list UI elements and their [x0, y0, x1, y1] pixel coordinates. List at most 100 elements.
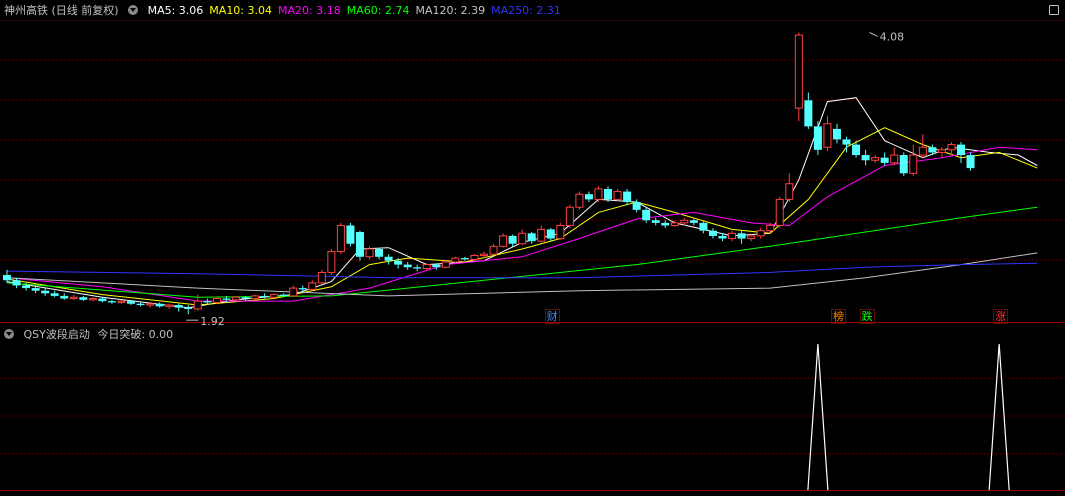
candle-body: [651, 220, 660, 223]
candle-body: [689, 220, 698, 223]
candle-up: [212, 297, 221, 304]
candle-body: [375, 248, 384, 257]
low-label: 1.92: [200, 315, 225, 328]
candle-up: [441, 260, 450, 269]
candle-up: [317, 269, 326, 285]
candle-down: [899, 152, 908, 176]
candle-down: [136, 302, 145, 307]
candle-body: [165, 304, 174, 307]
candle-body: [766, 224, 775, 232]
candle-body: [12, 280, 21, 286]
candle-body: [203, 301, 212, 303]
candle-down: [403, 262, 412, 270]
candle-body: [241, 297, 250, 299]
event-marker[interactable]: 涨: [993, 309, 1009, 324]
candle-down: [298, 285, 307, 292]
candle-down: [708, 228, 717, 239]
candle-down: [508, 234, 517, 247]
candle-body: [918, 146, 927, 156]
ma-legend-item: MA5: 3.06: [147, 4, 204, 17]
candle-up: [489, 243, 498, 256]
candle-body: [594, 188, 603, 200]
candle-down: [546, 228, 555, 242]
candle-down: [842, 136, 851, 153]
candle-down: [880, 152, 889, 166]
ma-legend-item: MA120: 2.39: [415, 4, 486, 17]
chart-canvas: 4.08 1.92: [0, 20, 1065, 491]
event-marker[interactable]: 榜: [830, 309, 846, 324]
candle-body: [804, 100, 813, 127]
candle-body: [728, 232, 737, 240]
candle-up: [251, 294, 260, 300]
candle-body: [41, 290, 50, 294]
candle-body: [527, 233, 536, 242]
candle-body: [308, 282, 317, 290]
event-marker[interactable]: 跌: [859, 309, 875, 324]
candle-down: [832, 123, 841, 144]
candle-up: [165, 303, 174, 309]
candle-body: [289, 287, 298, 297]
candle-body: [852, 144, 861, 156]
maximize-icon[interactable]: [1049, 5, 1059, 15]
candle-body: [432, 264, 441, 268]
candle-down: [355, 230, 364, 261]
candle-up: [336, 222, 345, 255]
indicator-name: QSY波段启动: [23, 328, 90, 341]
candle-body: [88, 298, 97, 301]
candle-body: [575, 193, 584, 208]
candle-body: [60, 295, 69, 299]
candle-down: [861, 149, 870, 166]
candle-down: [804, 92, 813, 129]
indicator-dropdown-icon[interactable]: [4, 329, 14, 339]
candle-down: [651, 217, 660, 226]
candle-body: [966, 155, 975, 169]
candle-down: [957, 142, 965, 163]
candle-body: [193, 300, 202, 310]
candle-body: [107, 301, 116, 303]
candle-body: [422, 264, 431, 270]
event-marker[interactable]: 财: [544, 309, 560, 324]
candle-down: [413, 264, 422, 272]
candle-body: [174, 305, 183, 308]
ma-legend-item: MA10: 3.04: [209, 4, 273, 17]
high-pointer: [869, 31, 878, 37]
candle-body: [394, 260, 403, 265]
candle-body: [298, 288, 307, 290]
candle-body: [441, 261, 450, 268]
candle-up: [499, 233, 508, 248]
signal-spike: [807, 343, 829, 491]
candle-up: [88, 297, 97, 302]
candle-down: [375, 247, 384, 260]
candle-body: [546, 229, 555, 239]
candle-up: [518, 229, 527, 246]
candle-body: [928, 147, 937, 153]
ma-legend-item: MA250: 2.31: [491, 4, 561, 17]
candle-down: [155, 302, 164, 308]
candle-up: [537, 225, 546, 243]
legend-dropdown-icon[interactable]: [128, 5, 139, 15]
candle-down: [623, 188, 632, 205]
candle-body: [480, 253, 488, 256]
candle-body: [79, 297, 88, 300]
candle-body: [823, 123, 832, 148]
candle-body: [50, 293, 59, 296]
ma-legend-item: MA20: 3.18: [278, 4, 341, 17]
candle-body: [508, 235, 517, 244]
candle-up: [117, 299, 126, 304]
candle-body: [212, 298, 221, 303]
candle-body: [270, 294, 279, 298]
candle-body: [327, 251, 336, 273]
candle-body: [708, 230, 717, 236]
high-label: 4.08: [880, 30, 905, 43]
candle-body: [537, 228, 546, 242]
candle-body: [117, 300, 126, 303]
candle-down: [661, 220, 670, 229]
candle-body: [556, 224, 565, 240]
candle-down: [384, 254, 393, 265]
candle-body: [365, 248, 374, 258]
candle-up: [575, 191, 584, 210]
candle-body: [470, 254, 479, 260]
candle-up: [594, 186, 603, 202]
candle-up: [785, 173, 794, 202]
candle-body: [661, 222, 670, 226]
